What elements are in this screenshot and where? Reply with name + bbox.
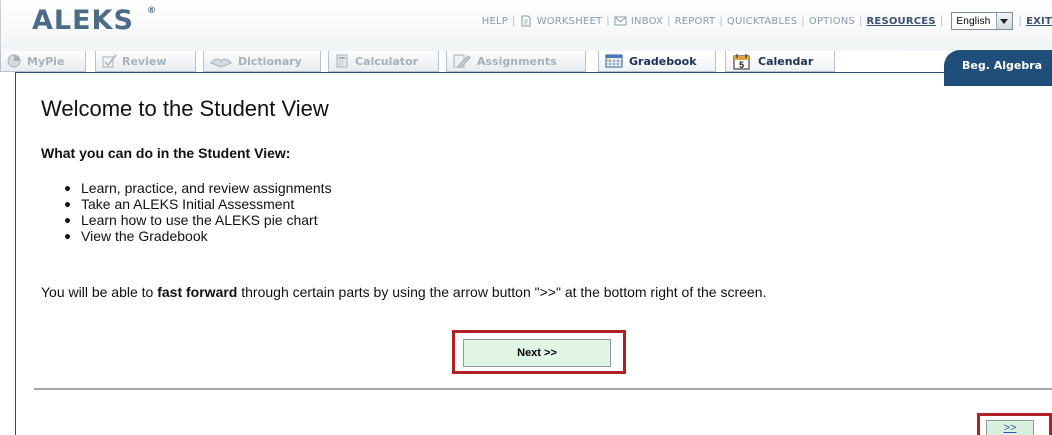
- content-top-border: [16, 72, 1052, 73]
- feature-list: Learn, practice, and review assignments …: [65, 180, 332, 244]
- tab-label: Assignments: [477, 54, 557, 68]
- list-item: Learn, practice, and review assignments: [65, 180, 332, 196]
- nav-divider: |: [719, 15, 723, 27]
- instruction-bold-text: fast forward: [157, 284, 238, 300]
- page-title: Welcome to the Student View: [41, 96, 329, 121]
- instruction-text: You will be able to: [41, 284, 158, 300]
- fast-forward-instructions: You will be able to fast forward through…: [41, 284, 766, 300]
- quicktables-link[interactable]: QUICKTABLES: [727, 16, 797, 27]
- resources-link[interactable]: RESOURCES: [867, 16, 936, 27]
- worksheet-icon: [520, 15, 532, 27]
- tab-label: Gradebook: [629, 54, 697, 68]
- tab-review[interactable]: Review: [95, 51, 196, 72]
- tab-gradebook[interactable]: Gradebook: [598, 51, 716, 72]
- tab-dictionary[interactable]: Dictionary: [203, 51, 321, 72]
- next-button[interactable]: Next >>: [463, 339, 611, 367]
- tab-label: Dictionary: [238, 54, 302, 68]
- list-item: View the Gradebook: [65, 228, 332, 244]
- nav-divider: |: [858, 15, 863, 27]
- tab-label: Review: [122, 54, 167, 68]
- report-link[interactable]: REPORT: [675, 16, 716, 27]
- calendar-icon: 5: [732, 54, 754, 70]
- top-nav: HELP | WORKSHEET | INBOX | REPORT | QUIC…: [482, 11, 1052, 31]
- content-left-border: [15, 72, 16, 435]
- nav-divider: |: [801, 15, 805, 27]
- tab-bar: MyPie Review Dictionary Calculator Assig…: [0, 51, 1052, 73]
- worksheet-link[interactable]: WORKSHEET: [537, 16, 603, 27]
- nav-divider: |: [667, 15, 671, 27]
- tab-label: Calendar: [758, 54, 814, 68]
- fast-forward-button[interactable]: >>: [986, 420, 1034, 435]
- svg-text:5: 5: [739, 60, 744, 70]
- course-tab[interactable]: Beg. Algebra: [944, 50, 1052, 86]
- language-select[interactable]: English: [951, 12, 1013, 30]
- review-check-icon: [102, 54, 118, 68]
- tab-mypie[interactable]: MyPie: [0, 51, 86, 72]
- pie-icon: [7, 54, 23, 68]
- tab-label: MyPie: [27, 54, 65, 68]
- instruction-text: through certain parts by using the arrow…: [237, 284, 767, 300]
- tab-label: Calculator: [355, 54, 419, 68]
- nav-divider: |: [1018, 15, 1023, 27]
- exit-link[interactable]: EXIT: [1026, 16, 1052, 27]
- nav-divider: |: [512, 15, 516, 27]
- chevron-down-icon[interactable]: [995, 13, 1012, 29]
- tab-calculator[interactable]: Calculator: [328, 51, 439, 72]
- registered-mark: ®: [147, 6, 156, 16]
- language-value: English: [956, 15, 991, 27]
- calculator-icon: [335, 54, 351, 68]
- top-header: ALEKS ® HELP | WORKSHEET | INBOX | REPOR…: [0, 0, 1052, 52]
- tab-calendar[interactable]: 5 Calendar: [725, 51, 835, 72]
- bottom-divider: [34, 388, 1052, 390]
- nav-divider: |: [939, 15, 944, 27]
- section-heading: What you can do in the Student View:: [41, 145, 291, 161]
- dictionary-book-icon: [210, 54, 234, 68]
- list-item: Take an ALEKS Initial Assessment: [65, 196, 332, 212]
- assignments-pencil-icon: [453, 54, 473, 69]
- help-link[interactable]: HELP: [482, 16, 508, 27]
- inbox-link[interactable]: INBOX: [631, 16, 663, 27]
- aleks-logo: ALEKS: [32, 5, 134, 36]
- inbox-envelope-icon: [614, 15, 627, 27]
- nav-divider: |: [606, 15, 610, 27]
- gradebook-icon: [605, 54, 625, 68]
- list-item: Learn how to use the ALEKS pie chart: [65, 212, 332, 228]
- tab-assignments[interactable]: Assignments: [446, 51, 586, 72]
- options-link[interactable]: OPTIONS: [809, 16, 855, 27]
